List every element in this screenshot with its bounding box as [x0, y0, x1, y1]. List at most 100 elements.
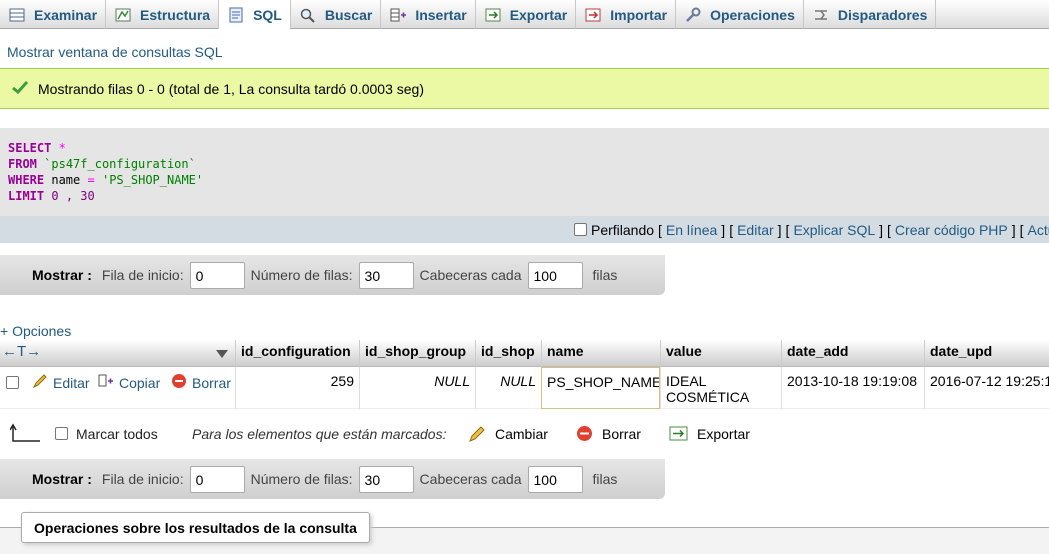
column-header-date-add[interactable]: date_add	[781, 340, 924, 367]
rows-count-input[interactable]: 30	[358, 261, 414, 289]
tab-label: SQL	[253, 6, 282, 23]
headers-every-label: Cabeceras cada	[419, 267, 522, 283]
rows-suffix-label: filas	[592, 267, 618, 283]
row-delete-action[interactable]: Borrar	[171, 373, 231, 392]
navigation-bar-top: Mostrar : Fila de inicio: 0 Número de fi…	[0, 255, 665, 295]
show-sql-window-link[interactable]: Mostrar ventana de consultas SQL	[7, 44, 223, 60]
edit-link[interactable]: Editar	[53, 375, 90, 391]
tab-examinar[interactable]: Examinar	[0, 0, 107, 29]
bulk-delete-button[interactable]: Borrar	[602, 426, 641, 442]
create-php-link[interactable]: Crear código PHP	[895, 222, 1008, 238]
tab-exportar[interactable]: Exportar	[476, 0, 577, 29]
tab-label: Importar	[610, 6, 668, 23]
bracket: [	[658, 221, 662, 238]
cell-id-configuration[interactable]: 259	[235, 367, 359, 409]
rows-count-label: Número de filas:	[250, 267, 353, 283]
sql-number: 0	[51, 189, 59, 203]
row-edit-action[interactable]: Editar	[32, 373, 90, 392]
bracket: ]	[777, 221, 782, 238]
column-header-value[interactable]: value	[660, 340, 781, 367]
cell-id-shop[interactable]: NULL	[475, 367, 541, 409]
table-header: ←T→ id_configuration id_shop_group id_sh…	[0, 340, 1049, 367]
sql-column: name	[51, 173, 81, 187]
sql-line-where: WHERE name = 'PS_SHOP_NAME'	[8, 172, 1049, 188]
tab-insertar[interactable]: Insertar	[381, 0, 476, 29]
start-row-input[interactable]: 0	[189, 261, 245, 289]
checkmark-icon	[12, 80, 29, 97]
success-message: Mostrando filas 0 - 0 (total de 1, La co…	[0, 68, 1049, 109]
sort-dropdown-icon[interactable]	[215, 346, 229, 362]
results-operations-legend: Operaciones sobre los resultados de la c…	[21, 512, 370, 543]
copy-link[interactable]: Copiar	[119, 375, 160, 391]
sql-query-box: SELECT * FROM `ps47f_configuration` WHER…	[0, 128, 1049, 216]
import-icon	[584, 7, 602, 23]
delete-icon	[171, 373, 187, 392]
sql-number: 30	[80, 189, 95, 203]
check-all-label[interactable]: Marcar todos	[76, 426, 158, 442]
tab-label: Disparadores	[837, 6, 928, 23]
insert-icon	[389, 7, 407, 23]
row-copy-action[interactable]: Copiar	[98, 373, 160, 392]
sql-keyword: SELECT	[8, 141, 52, 155]
bracket: [	[887, 221, 891, 238]
with-selected-label: Para los elementos que están marcados:	[192, 426, 447, 442]
tab-label: Buscar	[324, 6, 373, 23]
refresh-link[interactable]: Actualizar	[1028, 222, 1049, 238]
start-row-label: Fila de inicio:	[101, 267, 184, 283]
tab-estructura[interactable]: Estructura	[106, 0, 220, 29]
column-header-name[interactable]: name	[541, 340, 660, 367]
column-header-date-upd[interactable]: date_upd	[924, 340, 1049, 367]
tab-label: Estructura	[140, 6, 211, 23]
bulk-export-button[interactable]: Exportar	[697, 426, 750, 442]
sql-icon	[227, 7, 245, 23]
bracket: ]	[879, 221, 884, 238]
edit-query-link[interactable]: Editar	[737, 222, 774, 238]
options-link[interactable]: + Opciones	[0, 323, 71, 339]
delete-link[interactable]: Borrar	[192, 375, 231, 391]
tab-disparadores[interactable]: Disparadores	[804, 0, 937, 29]
profiling-checkbox[interactable]	[573, 223, 587, 236]
rows-suffix-label: filas	[592, 471, 618, 487]
column-header-id-configuration[interactable]: id_configuration	[235, 340, 359, 367]
table-row: Editar Copiar Borrar 259 NULL NULL PS_SH…	[0, 367, 1049, 409]
explain-sql-link[interactable]: Explicar SQL	[793, 222, 875, 238]
message-text: Mostrando filas 0 - 0 (total de 1, La co…	[38, 80, 425, 97]
sql-operator: *	[58, 141, 66, 155]
column-header-id-shop[interactable]: id_shop	[475, 340, 541, 367]
column-header-id-shop-group[interactable]: id_shop_group	[359, 340, 475, 367]
export-icon	[484, 7, 502, 23]
tab-importar[interactable]: Importar	[576, 0, 677, 29]
pencil-icon[interactable]	[468, 425, 486, 446]
sql-keyword: FROM	[8, 157, 37, 171]
row-checkbox[interactable]	[6, 376, 19, 389]
headers-every-label: Cabeceras cada	[419, 471, 522, 487]
sql-punct: ,	[65, 189, 74, 203]
copy-icon	[98, 373, 114, 392]
browse-icon	[8, 7, 26, 23]
tab-buscar[interactable]: Buscar	[291, 0, 382, 29]
navigation-bar-bottom: Mostrar : Fila de inicio: 0 Número de fi…	[0, 459, 665, 499]
sql-line-select: SELECT *	[8, 140, 1049, 156]
sql-keyword: WHERE	[8, 173, 45, 187]
headers-every-input[interactable]: 100	[527, 261, 583, 289]
column-order-arrows[interactable]: ←T→	[2, 343, 41, 360]
headers-every-input[interactable]: 100	[527, 465, 583, 493]
tab-sql[interactable]: SQL	[219, 0, 291, 30]
rows-count-input[interactable]: 30	[358, 465, 414, 493]
delete-icon[interactable]	[576, 425, 593, 445]
cell-id-shop-group[interactable]: NULL	[359, 367, 475, 409]
cell-date-upd[interactable]: 2016-07-12 19:25:12	[924, 367, 1049, 409]
inline-edit-link[interactable]: En línea	[666, 222, 717, 238]
start-row-input[interactable]: 0	[189, 465, 245, 493]
check-all-checkbox[interactable]	[55, 427, 68, 440]
export-icon[interactable]	[669, 425, 689, 445]
sql-string: 'PS_SHOP_NAME'	[101, 173, 204, 187]
cell-date-add[interactable]: 2013-10-18 19:19:08	[781, 367, 924, 409]
cell-name[interactable]: PS_SHOP_NAME	[541, 367, 660, 409]
bracket: [	[1019, 221, 1024, 238]
tab-operaciones[interactable]: Operaciones	[676, 0, 804, 29]
arrow-up-left-icon	[9, 422, 42, 447]
cell-value[interactable]: IDEAL COSMÉTICA	[660, 367, 781, 409]
rows-count-label: Número de filas:	[250, 471, 353, 487]
bulk-change-button[interactable]: Cambiar	[495, 426, 548, 442]
